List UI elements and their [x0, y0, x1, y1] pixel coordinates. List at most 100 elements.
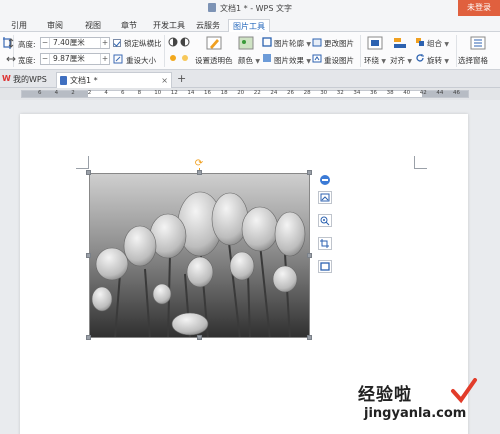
selection-pane-icon[interactable]	[470, 36, 486, 50]
ruler-number: 32	[336, 90, 344, 96]
ruler-number: 42	[419, 90, 427, 96]
zoom-in-icon	[320, 216, 330, 226]
watermark-url: jingyanla.com	[364, 406, 467, 421]
resize-handle-bottom-left[interactable]	[86, 335, 91, 340]
reset-size-icon[interactable]	[113, 54, 123, 64]
width-value[interactable]: 9.87厘米	[53, 54, 85, 64]
menu-review[interactable]: 审阅	[44, 19, 66, 32]
resize-handle-bottom-right[interactable]	[307, 335, 312, 340]
ruler-number: 34	[353, 90, 361, 96]
resize-handle-left[interactable]	[86, 253, 91, 258]
menu-picture-tools[interactable]: 图片工具	[228, 19, 270, 32]
tulip-photo	[90, 174, 309, 337]
width-decrease-button[interactable]: −	[41, 54, 50, 64]
title-bar: 文档1 * - WPS 文字 未登录	[0, 0, 500, 18]
zoom-picture-button[interactable]	[318, 214, 332, 227]
height-value[interactable]: 7.40厘米	[53, 38, 85, 48]
set-transparent-button[interactable]: 设置透明色	[195, 55, 233, 66]
picture-effect-button[interactable]: 图片效果 ▼	[274, 55, 311, 66]
menu-view[interactable]: 视图	[82, 19, 104, 32]
change-picture-icon[interactable]	[312, 37, 322, 47]
tab-document1[interactable]: 文档1 * ×	[56, 72, 172, 88]
ruler-number: 36	[370, 90, 377, 96]
menu-chapter[interactable]: 章节	[118, 19, 140, 32]
tulip-image[interactable]	[89, 173, 310, 338]
group-icon[interactable]	[415, 37, 425, 47]
resize-handle-top-left[interactable]	[86, 170, 91, 175]
chevron-down-icon: ▼	[444, 58, 450, 65]
ruler-number: 30	[320, 90, 328, 96]
picture-outline-icon[interactable]	[262, 37, 272, 47]
ruler-number: 18	[220, 90, 228, 96]
lock-ratio-label: 锁定纵横比	[124, 39, 162, 48]
ruler-number: 8	[137, 90, 142, 96]
chevron-down-icon: ▼	[407, 58, 413, 65]
lock-ratio-checkbox[interactable]	[113, 39, 121, 47]
wrap-button[interactable]: 环绕 ▼	[364, 55, 386, 66]
reset-size-button[interactable]: 重设大小	[126, 55, 156, 66]
resize-handle-bottom[interactable]	[197, 335, 202, 340]
reset-picture-button[interactable]: 重设图片	[324, 55, 354, 66]
group-button[interactable]: 组合 ▼	[427, 38, 449, 49]
align-label: 对齐	[390, 56, 405, 65]
ribbon: 高度: − 7.40厘米 + 宽度: − 9.87厘米 + 锁定纵横比 重设大小…	[0, 32, 500, 70]
picture-border-button[interactable]	[318, 260, 332, 273]
align-button[interactable]: 对齐 ▼	[390, 55, 412, 66]
window-title-wrap: 文档1 * - WPS 文字	[0, 3, 500, 14]
wrap-label: 环绕	[364, 56, 379, 65]
ribbon-separator	[164, 35, 165, 67]
change-picture-button[interactable]: 更改图片	[324, 38, 354, 49]
contrast-down-icon[interactable]	[180, 37, 190, 47]
crop-picture-button[interactable]	[318, 237, 332, 250]
picture-effect-icon[interactable]	[262, 53, 272, 63]
layout-options-button[interactable]	[318, 191, 332, 204]
rotate-button[interactable]: 旋转 ▼	[427, 55, 449, 66]
width-increase-button[interactable]: +	[100, 54, 109, 64]
height-stepper[interactable]: − 7.40厘米 +	[40, 37, 110, 49]
picture-outline-button[interactable]: 图片轮廓 ▼	[274, 38, 311, 49]
rotate-label: 旋转	[427, 56, 442, 65]
brightness-down-icon[interactable]	[180, 53, 190, 63]
ruler-number: 6	[38, 90, 42, 96]
chevron-down-icon: ▼	[306, 58, 312, 65]
ruler-number: 2	[87, 90, 92, 96]
selection-pane-button[interactable]: 选择窗格	[458, 55, 488, 66]
height-increase-button[interactable]: +	[100, 38, 109, 48]
horizontal-ruler[interactable]: 6 4 2 2 4 6 8 10 12 14 16 18 20 22 24 26 28 30 32 34 36 38 40 4…	[0, 88, 500, 100]
close-icon[interactable]: ×	[161, 73, 168, 88]
reset-picture-icon[interactable]	[312, 53, 322, 63]
menu-references[interactable]: 引用	[8, 19, 30, 32]
ruler-number: 24	[270, 90, 278, 96]
ruler-number: 46	[453, 90, 460, 96]
width-label: 宽度:	[18, 56, 36, 65]
ruler-number: 12	[170, 90, 178, 96]
chevron-down-icon: ▼	[306, 41, 312, 48]
ruler-number: 20	[237, 90, 245, 96]
login-button[interactable]: 未登录	[458, 0, 500, 16]
rotate-handle-icon[interactable]: ⟳	[194, 159, 204, 169]
align-icon[interactable]	[392, 36, 408, 50]
plus-icon[interactable]: +	[177, 72, 186, 85]
wrap-icon[interactable]	[367, 36, 383, 50]
resize-handle-top[interactable]	[197, 170, 202, 175]
ruler-number: 6	[121, 90, 125, 96]
ruler-bar: 6 4 2 2 4 6 8 10 12 14 16 18 20 22 24 26 28 30 32 34 36 38 40 4…	[21, 90, 469, 98]
height-decrease-button[interactable]: −	[41, 38, 50, 48]
resize-handle-right[interactable]	[307, 253, 312, 258]
color-icon[interactable]	[238, 36, 254, 50]
collapse-minus-icon[interactable]	[320, 175, 330, 185]
menu-cloud[interactable]: 云服务	[194, 19, 222, 32]
width-stepper[interactable]: − 9.87厘米 +	[40, 53, 110, 65]
rotate-icon[interactable]	[415, 53, 425, 63]
menu-developer[interactable]: 开发工具	[152, 19, 186, 32]
tab-my-wps[interactable]: W 我的WPS	[0, 72, 54, 88]
set-transparent-icon[interactable]	[206, 36, 222, 50]
crop-icon	[320, 239, 329, 248]
resize-handle-top-right[interactable]	[307, 170, 312, 175]
color-button[interactable]: 颜色 ▼	[238, 55, 260, 66]
brightness-up-icon[interactable]	[168, 53, 178, 63]
ruler-number: 38	[386, 90, 394, 96]
window-title: 文档1 * - WPS 文字	[220, 4, 292, 13]
contrast-up-icon[interactable]	[168, 37, 178, 47]
layout-icon	[320, 193, 330, 202]
